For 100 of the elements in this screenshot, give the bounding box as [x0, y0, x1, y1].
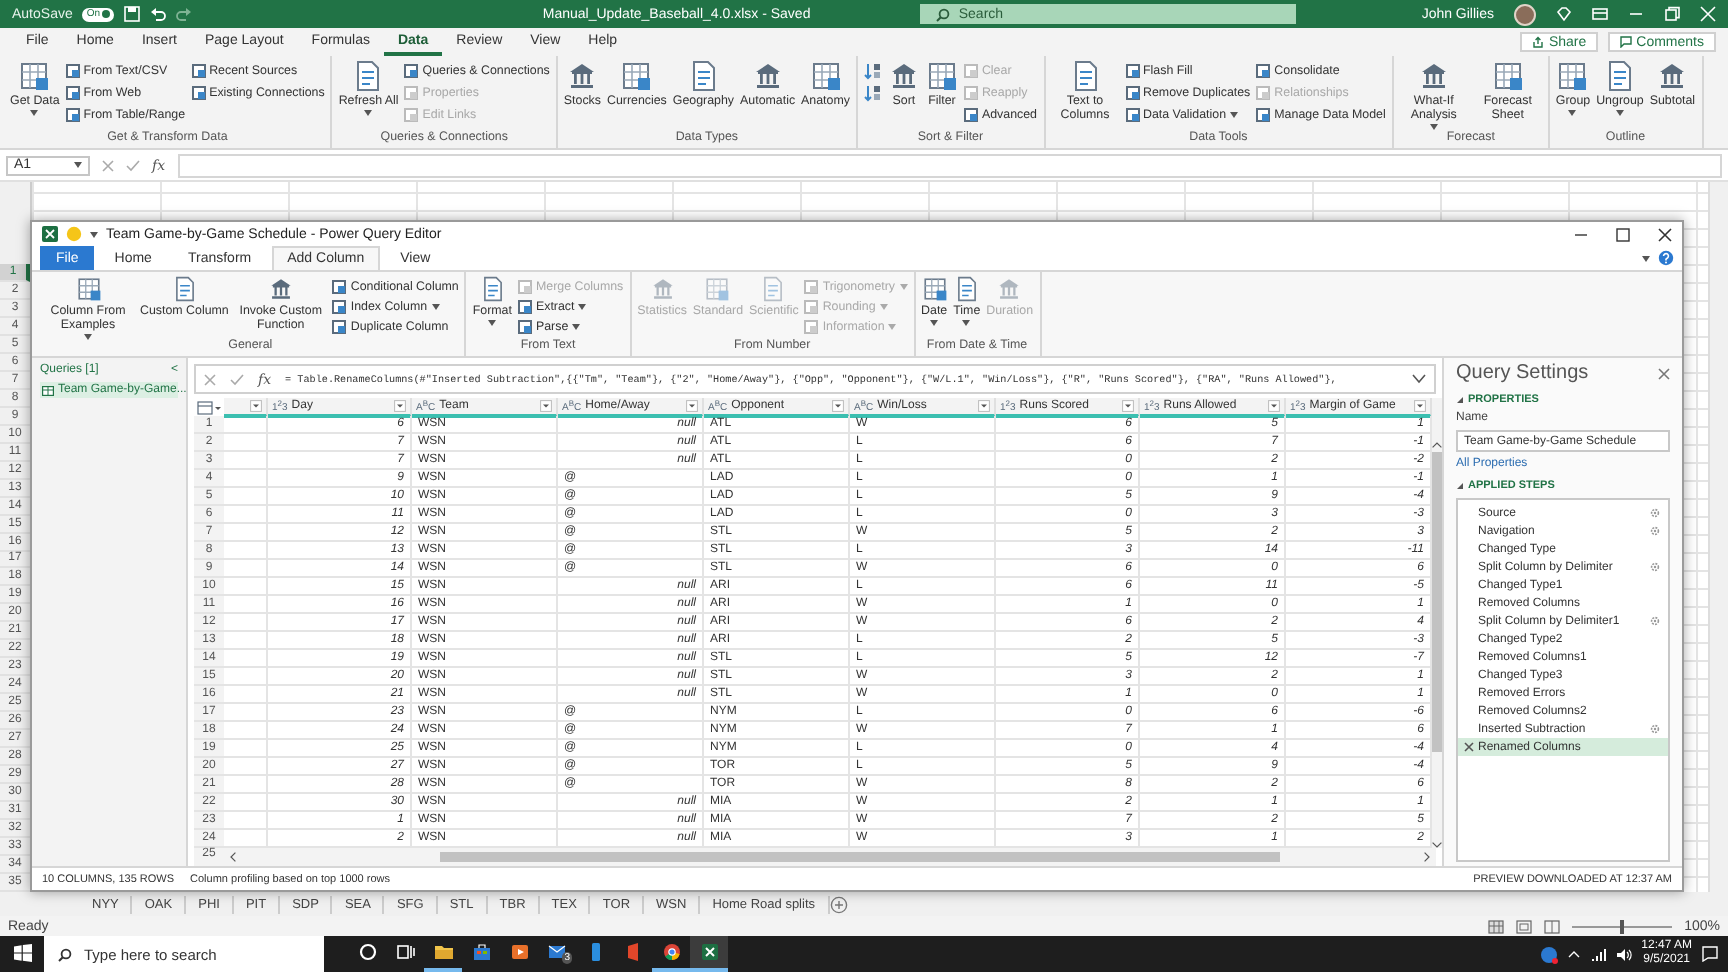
undo-icon[interactable] [150, 6, 167, 22]
page-break-icon[interactable] [1544, 919, 1561, 933]
table-cell [224, 578, 268, 596]
building-icon [996, 276, 1023, 302]
taskbar-button[interactable] [690, 936, 728, 972]
table-cell [224, 794, 268, 812]
add-sheet-icon[interactable] [829, 895, 848, 913]
spreadsheet-app-icon [699, 942, 719, 962]
table-cell [224, 740, 268, 758]
table-cell [224, 614, 268, 632]
chevron-down-icon[interactable] [1412, 374, 1426, 384]
normal-view-icon[interactable] [1488, 919, 1505, 933]
close-icon[interactable] [1658, 227, 1672, 241]
ribbon-display-icon[interactable] [1592, 6, 1608, 22]
search-icon [58, 947, 72, 961]
caret-icon [90, 231, 98, 237]
table-cell [224, 542, 268, 560]
caret-icon [74, 162, 82, 168]
chevron-up-icon [1432, 442, 1442, 448]
building-icon [1656, 60, 1689, 92]
table-cell [224, 596, 268, 614]
scrollbar[interactable] [224, 848, 1436, 866]
chevron-right-icon [1424, 852, 1430, 862]
folder-icon [433, 942, 453, 962]
spreadsheet-app-icon [42, 226, 58, 242]
table-cell [224, 812, 268, 830]
network-icon[interactable] [1589, 947, 1606, 961]
sort-icon[interactable] [863, 62, 882, 80]
table-cell [224, 632, 268, 650]
document-icon [760, 276, 787, 302]
building-icon [1417, 60, 1450, 92]
table-icon [42, 385, 54, 395]
mail-icon [547, 942, 567, 962]
avatar[interactable] [1514, 3, 1536, 25]
search-icon [936, 7, 951, 21]
building-icon [887, 60, 920, 92]
comment-icon [1620, 36, 1633, 48]
table-cell [224, 506, 268, 524]
windows-icon[interactable] [13, 943, 31, 961]
table-cell [224, 560, 268, 578]
building-icon [267, 276, 294, 302]
slider-thumb[interactable] [1620, 919, 1625, 933]
dropdown-icon[interactable] [832, 400, 844, 412]
table-cell [224, 704, 268, 722]
building-icon [566, 60, 599, 92]
table-cell [224, 686, 268, 704]
dropdown-icon[interactable] [1268, 400, 1280, 412]
notification-icon[interactable] [1702, 946, 1718, 962]
grid-icon [704, 276, 731, 302]
building-icon [649, 276, 676, 302]
building-icon [751, 60, 784, 92]
maximize-icon[interactable] [1616, 227, 1630, 241]
check-icon[interactable] [126, 159, 140, 171]
table-cell [224, 722, 268, 740]
scrollbar[interactable] [1708, 182, 1728, 892]
restore-icon[interactable] [1664, 6, 1680, 22]
table-cell [224, 434, 268, 452]
dropdown-icon[interactable] [1122, 400, 1134, 412]
dropdown-icon[interactable] [1414, 400, 1426, 412]
dropdown-icon[interactable] [540, 400, 552, 412]
formula-input[interactable] [177, 153, 1722, 177]
scrollbar-thumb[interactable] [440, 852, 1280, 862]
collapse-triangle-icon[interactable] [1456, 396, 1464, 404]
table-cell [224, 776, 268, 794]
dropdown-icon[interactable] [250, 400, 262, 412]
save-icon[interactable] [124, 6, 141, 22]
table-cell [224, 452, 268, 470]
table-cell [224, 470, 268, 488]
dropdown-icon[interactable] [394, 400, 406, 412]
circle-icon [357, 942, 377, 962]
page-layout-icon[interactable] [1516, 919, 1533, 933]
chevron-down-icon [1432, 842, 1442, 848]
task-view-icon [395, 942, 415, 962]
pane-title: Query Settings [1456, 362, 1589, 384]
table-cell [224, 416, 268, 434]
sort-icon[interactable] [863, 84, 882, 102]
diamond-icon[interactable] [1556, 6, 1572, 22]
check-icon[interactable] [230, 373, 244, 385]
scrollbar[interactable] [1432, 398, 1442, 848]
play-icon [509, 942, 529, 962]
collapse-triangle-icon[interactable] [1456, 482, 1464, 490]
table-cell [224, 758, 268, 776]
speaker-icon[interactable] [1615, 947, 1632, 961]
gear-icon[interactable] [1650, 562, 1660, 572]
table-menu-icon[interactable] [194, 398, 224, 418]
table-cell [224, 650, 268, 668]
gear-icon[interactable] [1650, 724, 1660, 734]
share-icon [1532, 36, 1545, 48]
table-cell [224, 668, 268, 686]
gear-icon[interactable] [1650, 616, 1660, 626]
scrollbar-thumb[interactable] [1432, 452, 1442, 752]
table-cell [224, 488, 268, 506]
dropdown-icon[interactable] [978, 400, 990, 412]
office-icon [623, 942, 643, 962]
bag-icon [471, 942, 491, 962]
chevron-up-icon[interactable] [1567, 950, 1580, 958]
delete-icon[interactable] [1464, 742, 1474, 752]
chevron-left-icon [230, 852, 236, 862]
dropdown-icon[interactable] [686, 400, 698, 412]
table-cell [224, 524, 268, 542]
